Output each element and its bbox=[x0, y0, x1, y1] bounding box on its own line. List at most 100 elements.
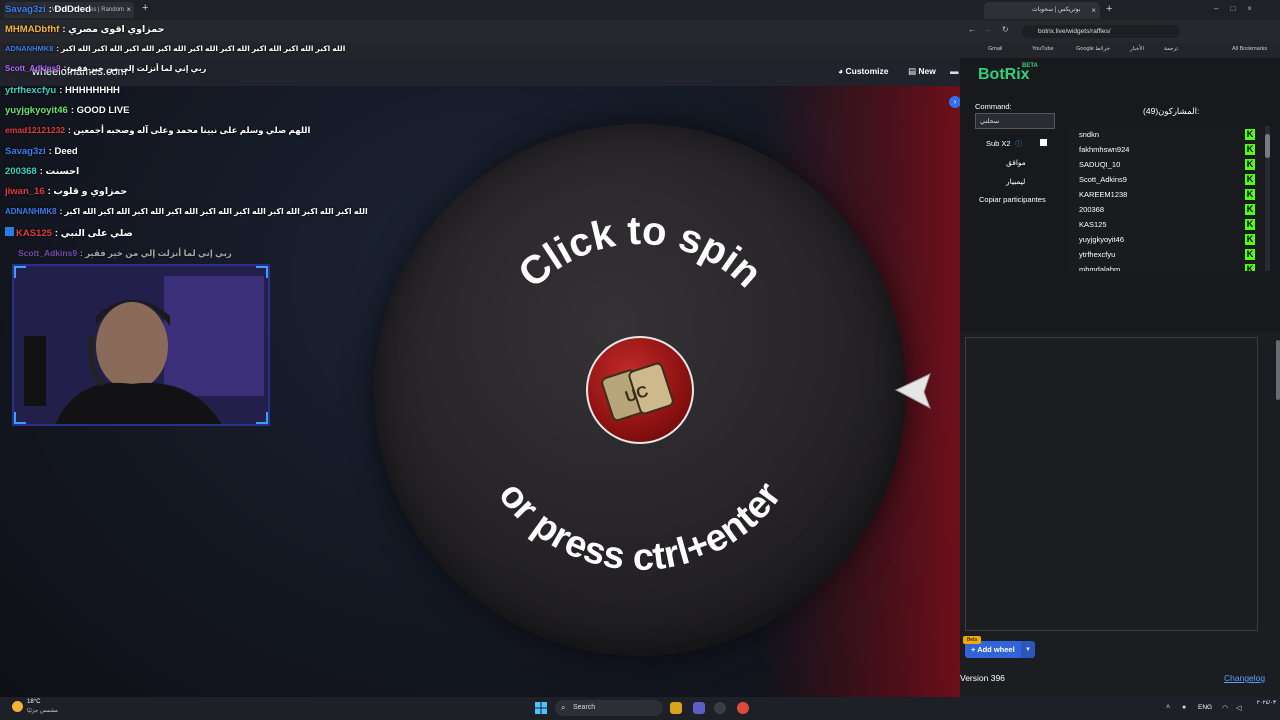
sidebar-toggle-icon[interactable]: › bbox=[949, 96, 960, 108]
chat-username: KAS125 bbox=[16, 228, 52, 239]
page-scrollbar[interactable] bbox=[1276, 340, 1280, 400]
new-label: New bbox=[918, 66, 936, 76]
svg-text:Click to spin: Click to spin bbox=[510, 209, 770, 297]
open-folder-icon[interactable]: ▬ bbox=[950, 66, 959, 76]
wifi-icon[interactable]: ◠ bbox=[1222, 704, 1228, 712]
chat-message: Savag3zi: Deed bbox=[5, 146, 78, 157]
webcam-frame-corner bbox=[256, 412, 268, 424]
chat-message: ADNANHMK8: الله اكبر الله اكبر الله اكبر… bbox=[5, 207, 368, 216]
participants-scroll-thumb[interactable] bbox=[1265, 134, 1270, 158]
wheel-pointer-icon bbox=[894, 373, 931, 410]
list-item[interactable]: fakhmhswn924 K bbox=[1079, 142, 1259, 157]
bookmark-news[interactable]: الأخبار bbox=[1130, 46, 1144, 52]
clear-button[interactable]: ليمبيار bbox=[1006, 177, 1025, 186]
chat-text: اللهم صلي وسلم على نبينا محمد وعلى آله و… bbox=[73, 125, 311, 135]
chat-message: KAS125: صلي على النبي bbox=[5, 227, 133, 239]
chat-message: emad12121232: اللهم صلي وسلم على نبينا م… bbox=[5, 125, 311, 135]
add-wheel-label: Add wheel bbox=[977, 645, 1015, 654]
bookmark-all[interactable]: All Bookmarks bbox=[1232, 46, 1267, 52]
kick-icon: K bbox=[1245, 204, 1255, 215]
chat-text: Deed bbox=[54, 146, 78, 157]
url-field[interactable]: botrix.live/widgets/raffles/ bbox=[1022, 25, 1180, 38]
svg-text:or press ctrl+enter: or press ctrl+enter bbox=[490, 474, 789, 579]
chat-text: ربي إني لما أنزلت إلي من خير فقير bbox=[68, 64, 207, 73]
teams-icon[interactable] bbox=[693, 702, 705, 714]
tray-overflow-icon[interactable]: ˄ bbox=[1166, 704, 1170, 711]
forward-icon[interactable]: → bbox=[984, 25, 992, 34]
right-browser-tab[interactable]: بوتريكس | سحوبات × bbox=[984, 2, 1100, 19]
agree-button[interactable]: موافق bbox=[1006, 158, 1026, 167]
webcam-feed bbox=[12, 264, 270, 426]
chat-username: Savag3zi bbox=[5, 146, 46, 157]
chat-message: 200368: احسنت bbox=[5, 166, 80, 177]
microphone-icon[interactable]: ● bbox=[1182, 704, 1186, 711]
right-tab-title: بوتريكس | سحوبات bbox=[1032, 7, 1081, 13]
changelog-link[interactable]: Changelog bbox=[1224, 673, 1265, 683]
list-item[interactable]: KAS125 K bbox=[1079, 217, 1259, 232]
beta-badge: Beta bbox=[963, 636, 981, 644]
chat-text: الله اكبر الله اكبر الله اكبر الله اكبر … bbox=[64, 207, 368, 216]
chat-text: صلي على النبي bbox=[60, 228, 133, 239]
reload-icon[interactable]: ↻ bbox=[1002, 25, 1009, 34]
chat-message: Scott_Adkins9: ربي إني لما أنزلت إلي من … bbox=[5, 64, 207, 73]
chrome-icon[interactable] bbox=[737, 702, 749, 714]
chat-username: Savag3zi bbox=[5, 4, 46, 15]
list-item[interactable]: KAREEM1238 K bbox=[1079, 187, 1259, 202]
participant-name: ytrfhexcfyu bbox=[1079, 250, 1116, 259]
list-item[interactable]: SADUQI_10 K bbox=[1079, 157, 1259, 172]
kick-icon: K bbox=[1245, 174, 1255, 185]
weather-icon[interactable] bbox=[12, 701, 23, 712]
bookmark-translate[interactable]: ترجمة bbox=[1164, 46, 1178, 52]
info-icon[interactable]: ⓘ bbox=[1015, 139, 1022, 149]
list-item[interactable]: mhmdalahm K bbox=[1079, 262, 1259, 271]
bookmark-gmail[interactable]: Gmail bbox=[988, 46, 1002, 52]
language-indicator[interactable]: ENG bbox=[1198, 704, 1212, 711]
copy-participants-button[interactable]: Copiar participantes bbox=[979, 195, 1046, 204]
weather-temp[interactable]: 18°C bbox=[27, 699, 40, 705]
command-input[interactable] bbox=[975, 113, 1055, 129]
wheel-center-image[interactable]: UC bbox=[586, 336, 694, 444]
obs-icon[interactable] bbox=[714, 702, 726, 714]
webcam-frame-corner bbox=[256, 266, 268, 278]
new-tab-button[interactable]: + bbox=[142, 2, 148, 14]
kick-icon: K bbox=[1245, 219, 1255, 230]
file-explorer-icon[interactable] bbox=[670, 702, 682, 714]
window-controls[interactable]: –□× bbox=[1214, 4, 1264, 13]
tab-close-icon[interactable]: × bbox=[126, 2, 131, 18]
list-item[interactable]: 200368 K bbox=[1079, 202, 1259, 217]
participants-list[interactable]: sndkn K fakhmhswn924 K SADUQI_10 K Scott_Ad… bbox=[1068, 126, 1264, 271]
tab-close-icon[interactable]: × bbox=[1091, 2, 1096, 19]
participant-name: KAS125 bbox=[1079, 220, 1107, 229]
bookmark-youtube[interactable]: YouTube bbox=[1032, 46, 1054, 52]
webcam-frame-corner bbox=[14, 412, 26, 424]
system-clock[interactable]: ٢٠٢٤/٠٣ bbox=[1256, 700, 1276, 706]
webcam-frame-corner bbox=[14, 266, 26, 278]
new-tab-button[interactable]: + bbox=[1106, 3, 1112, 15]
participants-title: المشاركون(49): bbox=[1143, 106, 1200, 116]
participant-name: mhmdalahm bbox=[1079, 265, 1121, 271]
taskbar-search[interactable]: ⌕ Search bbox=[555, 700, 663, 716]
list-item[interactable]: sndkn K bbox=[1079, 127, 1259, 142]
chevron-down-icon[interactable]: ▾ bbox=[1021, 641, 1035, 658]
back-icon[interactable]: ← bbox=[968, 25, 976, 34]
ctrl-enter-hint-text: or press ctrl+enter bbox=[490, 474, 789, 579]
customize-button[interactable]: ◕ Customize bbox=[838, 66, 888, 76]
chat-username: MHMADbfhf bbox=[5, 24, 60, 35]
search-icon: ⌕ bbox=[561, 703, 566, 712]
chat-text: احسنت bbox=[45, 166, 80, 177]
participant-name: KAREEM1238 bbox=[1079, 190, 1128, 199]
bookmark-maps[interactable]: Google خرائط bbox=[1076, 46, 1110, 52]
new-button[interactable]: ▤ New bbox=[908, 66, 936, 77]
list-item[interactable]: Scott_Adkins9 K bbox=[1079, 172, 1259, 187]
list-item[interactable]: ytrfhexcfyu K bbox=[1079, 247, 1259, 262]
participant-name: SADUQI_10 bbox=[1079, 160, 1121, 169]
windows-start-icon[interactable] bbox=[535, 702, 547, 714]
click-to-spin-text: Click to spin bbox=[510, 209, 770, 297]
sub-x2-checkbox[interactable] bbox=[1040, 139, 1047, 146]
kick-icon: K bbox=[1245, 129, 1255, 140]
list-item[interactable]: yuyjgkyoyit46 K bbox=[1079, 232, 1259, 247]
weather-description[interactable]: مشمس جزئيًا bbox=[27, 708, 58, 714]
chat-text: حمزاوي و قلوب bbox=[53, 186, 128, 197]
uc-coins-icon: UC bbox=[601, 362, 674, 422]
volume-icon[interactable]: ◁ bbox=[1236, 704, 1241, 712]
